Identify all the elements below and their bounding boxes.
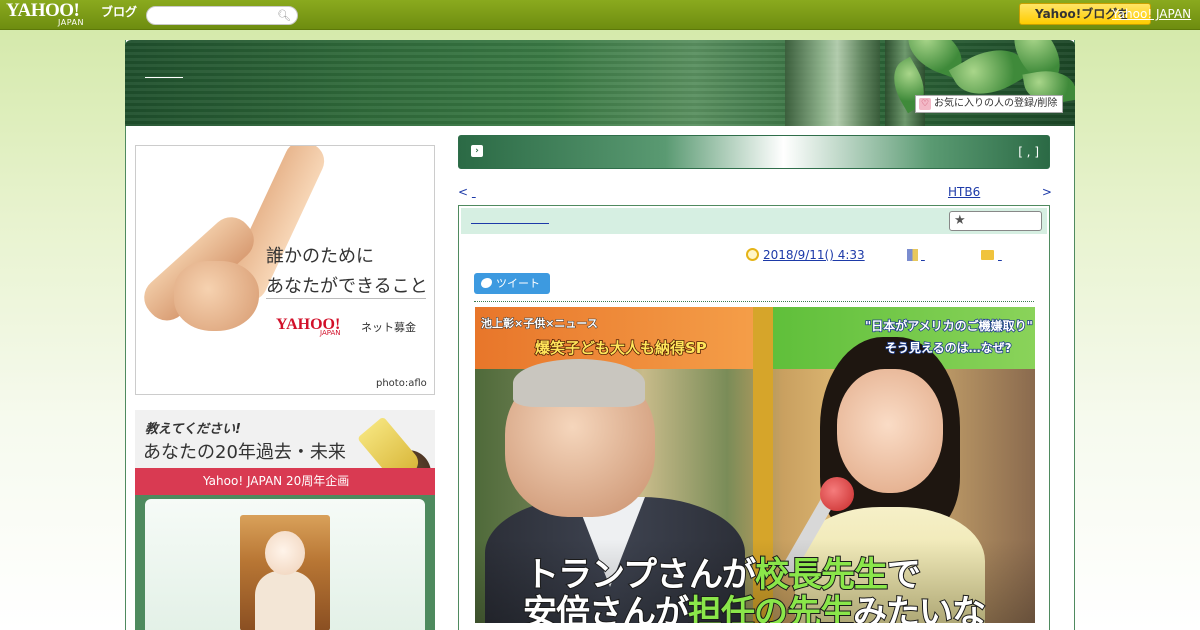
- bird-icon: [481, 278, 492, 288]
- article-date[interactable]: 2018/9/11() 4:33: [763, 248, 889, 262]
- caption-part: 担任の先生: [687, 592, 855, 623]
- book-icon: [907, 249, 918, 261]
- yahoo-logo[interactable]: YAHOO! JAPAN: [6, 1, 83, 27]
- banner-trunk: [785, 40, 880, 126]
- ad2-subline: あなたの20年過去・未来: [143, 442, 346, 463]
- ad2-headline: 教えてください!: [145, 422, 241, 437]
- ad-net-label: ネット募金: [361, 321, 416, 334]
- entry-title-bar: › [ , ]: [458, 135, 1050, 169]
- star-icon: ★: [954, 213, 966, 228]
- caption-part: みたいな: [852, 592, 987, 623]
- tweet-label: ツイート: [496, 277, 540, 290]
- article-title-link[interactable]: [471, 222, 549, 224]
- yahoo-japan-link[interactable]: Yahoo! JAPAN: [1112, 7, 1191, 21]
- avatar-face: [265, 531, 305, 575]
- avatar[interactable]: [240, 515, 330, 630]
- caption-part: 安倍さんが: [522, 592, 690, 623]
- ad-headline: あなたができること: [266, 276, 428, 297]
- photo-caption: 安倍さんが担任の先生みたいな: [522, 585, 987, 623]
- favorite-register-link[interactable]: ♡ お気に入りの人の登録/削除: [915, 95, 1063, 113]
- top-bar: YAHOO! JAPAN ブログ 🔍︎ Yahoo!ブログを Yahoo! JA…: [0, 0, 1200, 30]
- avatar-body: [255, 571, 315, 630]
- logo-sub: JAPAN: [58, 18, 84, 27]
- ad-divider: [266, 298, 426, 299]
- article-folder[interactable]: [998, 248, 1026, 262]
- photo-tag: "日本がアメリカのご機嫌取り": [864, 318, 1033, 334]
- ad-hands: [174, 261, 259, 331]
- article-meta: 2018/9/11() 4:33: [746, 248, 1026, 262]
- blog-label[interactable]: ブログ: [101, 3, 137, 20]
- post-icon: ›: [471, 145, 483, 157]
- folder-icon: [981, 250, 994, 260]
- prev-article-link[interactable]: <: [458, 185, 514, 199]
- ad-headline: 誰かのために: [266, 246, 374, 267]
- next-article-link[interactable]: HTB6 >: [948, 185, 1052, 199]
- search-icon[interactable]: 🔍︎: [277, 9, 291, 22]
- microphone-icon: [820, 477, 854, 511]
- tweet-button[interactable]: ツイート: [474, 273, 550, 294]
- blog-banner: ♡ お気に入りの人の登録/削除: [125, 40, 1075, 126]
- profile-box: [135, 495, 435, 630]
- article-header: ★: [461, 208, 1047, 234]
- favorite-label: お気に入りの人の登録/削除: [934, 98, 1058, 109]
- photo-man-hair: [513, 359, 645, 407]
- article: ★ 2018/9/11() 4:33 ツイート 池上彰×子供×ニュース 爆笑子ど…: [458, 205, 1050, 630]
- clock-icon: [746, 248, 759, 261]
- blog-title[interactable]: [145, 70, 183, 78]
- title-bar-right[interactable]: [ , ]: [1018, 145, 1039, 159]
- ad2-bar: Yahoo! JAPAN 20周年企画: [135, 468, 435, 495]
- prev-arrow: <: [458, 185, 469, 199]
- divider: [474, 301, 1034, 302]
- photo-tag: 爆笑子ども大人も納得SP: [534, 338, 707, 358]
- favorite-article-button[interactable]: ★: [949, 211, 1042, 231]
- article-photo[interactable]: 池上彰×子供×ニュース 爆笑子ども大人も納得SP "日本がアメリカのご機嫌取り"…: [475, 307, 1035, 623]
- anniversary-ad[interactable]: 教えてください! あなたの20年過去・未来 Yahoo! JAPAN 20周年企…: [135, 410, 435, 495]
- favorite-icon: ♡: [919, 98, 931, 110]
- donation-ad[interactable]: 誰かのために あなたができること YAHOO! JAPAN ネット募金 phot…: [135, 145, 435, 395]
- article-category[interactable]: [921, 248, 963, 262]
- photo-girl-face: [837, 369, 943, 493]
- next-arrow: >: [1041, 185, 1052, 199]
- ad-logo-sub: JAPAN: [320, 329, 341, 337]
- ad-credit: photo:aflo: [376, 378, 427, 389]
- search-input[interactable]: 🔍︎: [146, 6, 298, 25]
- photo-tag: そう見えるのは…なぜ?: [884, 340, 1012, 356]
- profile-panel: [145, 499, 425, 630]
- photo-tag: 池上彰×子供×ニュース: [481, 317, 599, 331]
- prev-article-title: [472, 185, 514, 199]
- next-article-title: HTB6: [948, 185, 981, 199]
